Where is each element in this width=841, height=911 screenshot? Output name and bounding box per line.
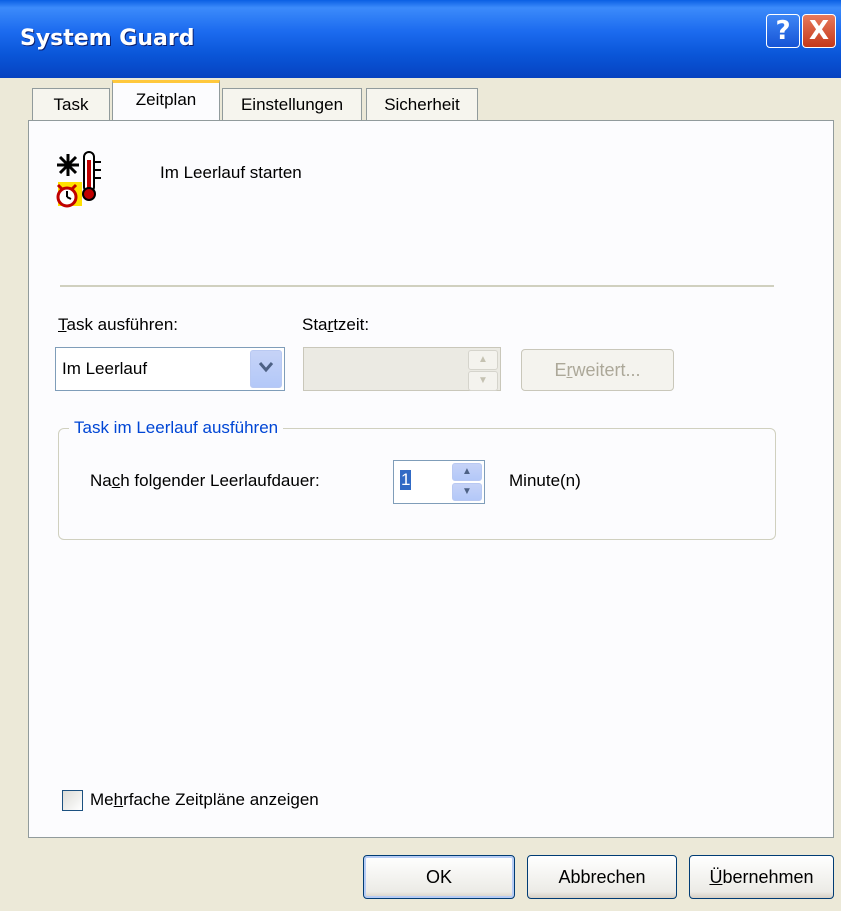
spin-down-icon: ▼ [468, 371, 498, 391]
start-time-spinner: ▲ ▼ [468, 350, 498, 391]
tab-task[interactable]: Task [32, 88, 110, 120]
window-title: System Guard [20, 26, 195, 51]
run-task-value: Im Leerlauf [62, 359, 148, 378]
start-time-field: ▲ ▼ [303, 347, 501, 391]
cancel-button[interactable]: Abbrechen [527, 855, 677, 899]
apply-button[interactable]: Übernehmen [689, 855, 834, 899]
tab-einstellungen[interactable]: Einstellungen [222, 88, 362, 120]
advanced-button: Erweitert... [521, 349, 674, 391]
tab-zeitplan[interactable]: Zeitplan [112, 80, 220, 120]
idle-group-title: Task im Leerlauf ausführen [69, 418, 284, 438]
ok-button[interactable]: OK [363, 855, 515, 899]
start-time-label: Startzeit: [302, 315, 370, 334]
run-task-select[interactable]: Im Leerlauf [55, 347, 285, 391]
chevron-down-icon[interactable] [250, 350, 282, 388]
tab-sicherheit[interactable]: Sicherheit [366, 88, 478, 120]
scheduled-task-icon [54, 150, 110, 210]
multiple-schedules-label[interactable]: Mehrfache Zeitpläne anzeigen [90, 790, 319, 810]
run-task-label: Task ausführen: [58, 315, 179, 334]
idle-unit-label: Minute(n) [509, 471, 581, 490]
spin-up-icon: ▲ [468, 350, 498, 370]
spin-down-icon[interactable]: ▼ [452, 483, 482, 501]
idle-minutes-value[interactable]: 1 [400, 470, 412, 490]
title-bar[interactable]: System Guard ? X [0, 0, 841, 78]
multiple-schedules-checkbox[interactable] [62, 790, 83, 811]
spin-up-icon[interactable]: ▲ [452, 463, 482, 481]
idle-duration-label: Nach folgender Leerlaufdauer: [90, 471, 320, 490]
idle-minutes-stepper[interactable]: 1 ▲ ▼ [393, 460, 485, 504]
schedule-summary: Im Leerlauf starten [160, 163, 302, 182]
help-button[interactable]: ? [766, 14, 800, 48]
separator [60, 285, 774, 287]
close-button[interactable]: X [802, 14, 836, 48]
